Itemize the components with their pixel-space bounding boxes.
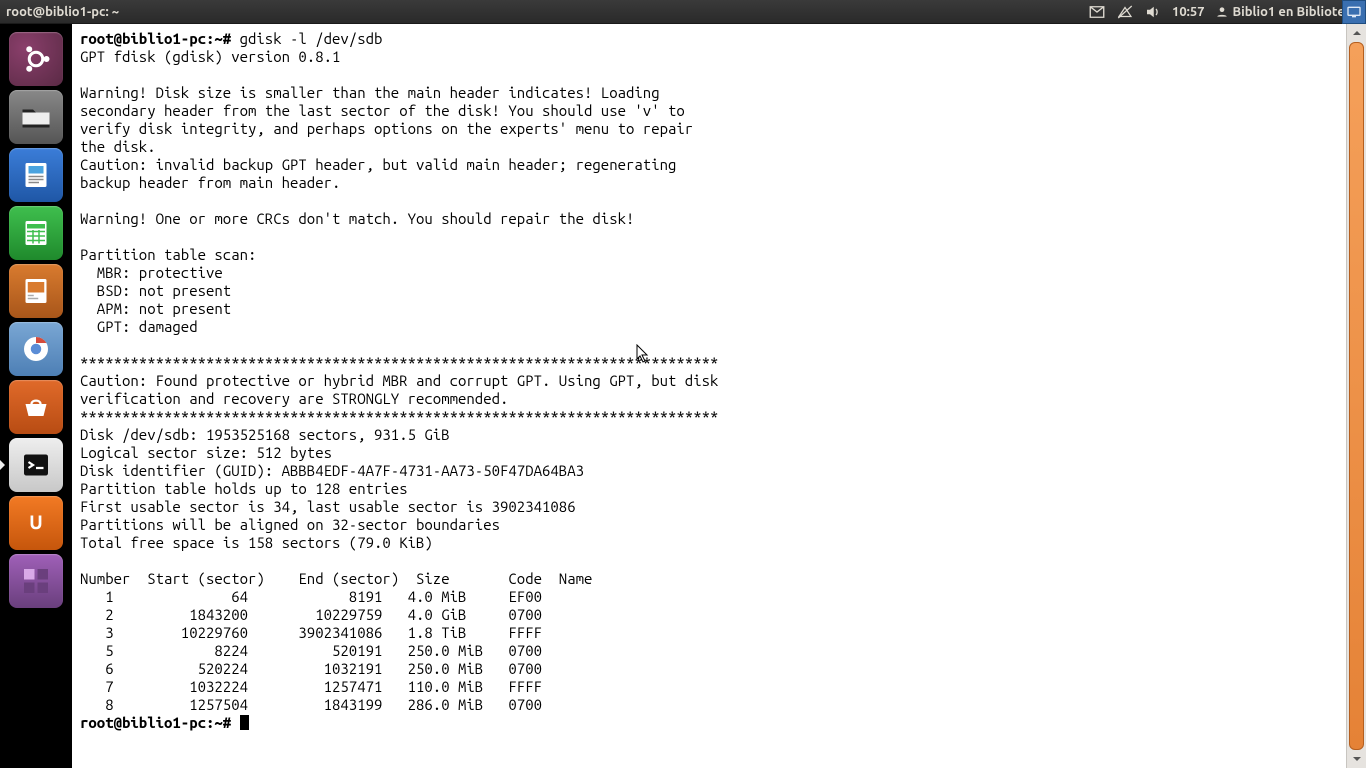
scroll-thumb[interactable] [1349, 42, 1364, 750]
table-row: 8 1257504 1843199 286.0 MiB 0700 [80, 696, 559, 713]
launcher: U [0, 24, 72, 768]
ubuntu-one-icon[interactable]: U [9, 496, 63, 550]
table-header: Number Start (sector) End (sector) Size … [80, 570, 592, 587]
user-label: Biblio1 en Biblioteca [1233, 5, 1358, 19]
line: First usable sector is 34, last usable s… [80, 498, 576, 515]
table-row: 7 1032224 1257471 110.0 MiB FFFF [80, 678, 559, 695]
line: Logical sector size: 512 bytes [80, 444, 332, 461]
line: Disk identifier (GUID): ABBB4EDF-4A7F-47… [80, 462, 584, 479]
line: Warning! One or more CRCs don't match. Y… [80, 210, 634, 227]
prompt: root@biblio1-pc:~# [80, 714, 231, 731]
shutdown-menu-icon[interactable] [1342, 0, 1366, 24]
chromium-icon[interactable] [9, 322, 63, 376]
line: Disk /dev/sdb: 1953525168 sectors, 931.5… [80, 426, 450, 443]
line: APM: not present [80, 300, 231, 317]
line: BSD: not present [80, 282, 231, 299]
line: GPT: damaged [80, 318, 198, 335]
table-row: 6 520224 1032191 250.0 MiB 0700 [80, 660, 559, 677]
scrollbar[interactable] [1346, 24, 1366, 768]
command: gdisk -l /dev/sdb [240, 30, 383, 47]
svg-text:U: U [29, 511, 43, 533]
sound-icon[interactable] [1144, 3, 1162, 21]
line: ****************************************… [80, 354, 718, 371]
line: Partition table scan: [80, 246, 256, 263]
line: Warning! Disk size is smaller than the m… [80, 84, 693, 155]
top-panel: root@biblio1-pc: ~ 10:57 Biblio1 en Bibl… [0, 0, 1366, 24]
table-row: 3 10229760 3902341086 1.8 TiB FFFF [80, 624, 559, 641]
line: Caution: invalid backup GPT header, but … [80, 156, 676, 191]
table-row: 2 1843200 10229759 4.0 GiB 0700 [80, 606, 559, 623]
calc-icon[interactable] [9, 206, 63, 260]
scroll-down-button[interactable] [1347, 750, 1366, 768]
files-icon[interactable] [9, 90, 63, 144]
terminal-icon[interactable] [9, 438, 63, 492]
line: GPT fdisk (gdisk) version 0.8.1 [80, 48, 340, 65]
mail-icon[interactable] [1088, 3, 1106, 21]
network-icon[interactable] [1116, 3, 1134, 21]
workspace-switcher-icon[interactable] [9, 554, 63, 608]
cursor [240, 715, 249, 730]
table-row: 5 8224 520191 250.0 MiB 0700 [80, 642, 559, 659]
user-menu[interactable]: Biblio1 en Biblioteca [1215, 5, 1358, 19]
line: Total free space is 158 sectors (79.0 Ki… [80, 534, 433, 551]
impress-icon[interactable] [9, 264, 63, 318]
line: Caution: Found protective or hybrid MBR … [80, 372, 718, 407]
dash-icon[interactable] [9, 32, 63, 86]
window-title: root@biblio1-pc: ~ [6, 5, 119, 19]
terminal-output[interactable]: root@biblio1-pc:~# gdisk -l /dev/sdb GPT… [72, 24, 1366, 768]
scroll-up-button[interactable] [1347, 24, 1366, 42]
writer-icon[interactable] [9, 148, 63, 202]
software-center-icon[interactable] [9, 380, 63, 434]
prompt: root@biblio1-pc:~# [80, 30, 231, 47]
line: Partition table holds up to 128 entries [80, 480, 408, 497]
line: Partitions will be aligned on 32-sector … [80, 516, 500, 533]
table-row: 1 64 8191 4.0 MiB EF00 [80, 588, 559, 605]
line: ****************************************… [80, 408, 718, 425]
line: MBR: protective [80, 264, 223, 281]
clock[interactable]: 10:57 [1172, 5, 1205, 19]
